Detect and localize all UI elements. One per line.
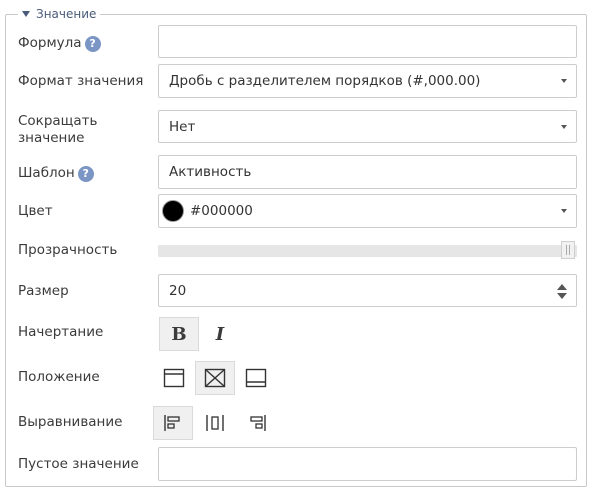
format-value: Дробь с разделителем порядков (#,000.00)	[169, 73, 481, 89]
decrement-arrow-icon[interactable]	[557, 293, 567, 299]
align-left-button[interactable]	[153, 406, 193, 440]
section-title: Значение	[36, 7, 97, 21]
question-circle-icon[interactable]: ?	[84, 35, 101, 52]
size-value: 20	[169, 282, 187, 299]
shorten-value: Нет	[169, 118, 196, 135]
align-right-icon	[250, 415, 266, 431]
chevron-down-icon	[561, 79, 567, 83]
position-bottom-icon	[245, 368, 267, 388]
align-center-button[interactable]	[195, 406, 235, 440]
bold-button[interactable]: B	[159, 317, 199, 351]
opacity-slider-track[interactable]	[158, 245, 577, 257]
chevron-down-icon	[561, 124, 567, 129]
alignment-label: Выравнивание	[18, 414, 123, 430]
formula-label: Формула?	[18, 35, 101, 53]
color-picker[interactable]: #000000	[158, 194, 577, 228]
align-right-button[interactable]	[237, 406, 277, 440]
style-label: Начертание	[18, 324, 104, 340]
size-label: Размер	[18, 283, 69, 299]
template-value: Активность	[169, 164, 252, 180]
opacity-slider-handle[interactable]	[561, 241, 575, 259]
shorten-label: Сокращать значение	[18, 113, 98, 146]
align-center-icon	[206, 415, 224, 431]
color-label: Цвет	[18, 203, 53, 219]
shorten-select[interactable]: Нет	[158, 110, 577, 143]
color-swatch[interactable]	[162, 200, 184, 222]
format-select[interactable]: Дробь с разделителем порядков (#,000.00)	[158, 64, 577, 98]
template-label: Шаблон?	[18, 165, 94, 183]
section-toggle[interactable]: Значение	[18, 6, 101, 22]
color-value: #000000	[190, 203, 253, 219]
chevron-down-icon	[561, 209, 567, 213]
italic-button[interactable]: I	[200, 317, 240, 351]
position-center-icon	[204, 368, 226, 388]
collapse-triangle-icon[interactable]	[22, 11, 30, 17]
position-bottom-button[interactable]	[236, 361, 276, 395]
format-label: Формат значения	[18, 73, 144, 89]
position-top-button[interactable]	[154, 361, 194, 395]
empty-value-input[interactable]	[158, 447, 577, 481]
position-label: Положение	[18, 369, 100, 385]
align-left-icon	[164, 415, 180, 431]
question-circle-icon[interactable]: ?	[77, 165, 94, 182]
increment-arrow-icon[interactable]	[557, 284, 567, 290]
position-center-button[interactable]	[195, 361, 235, 395]
formula-input[interactable]	[158, 25, 577, 58]
position-top-icon	[163, 368, 185, 388]
template-input[interactable]: Активность	[158, 155, 577, 189]
size-stepper[interactable]: 20	[158, 274, 577, 307]
empty-value-label: Пустое значение	[18, 456, 139, 472]
opacity-label: Прозрачность	[18, 242, 118, 258]
